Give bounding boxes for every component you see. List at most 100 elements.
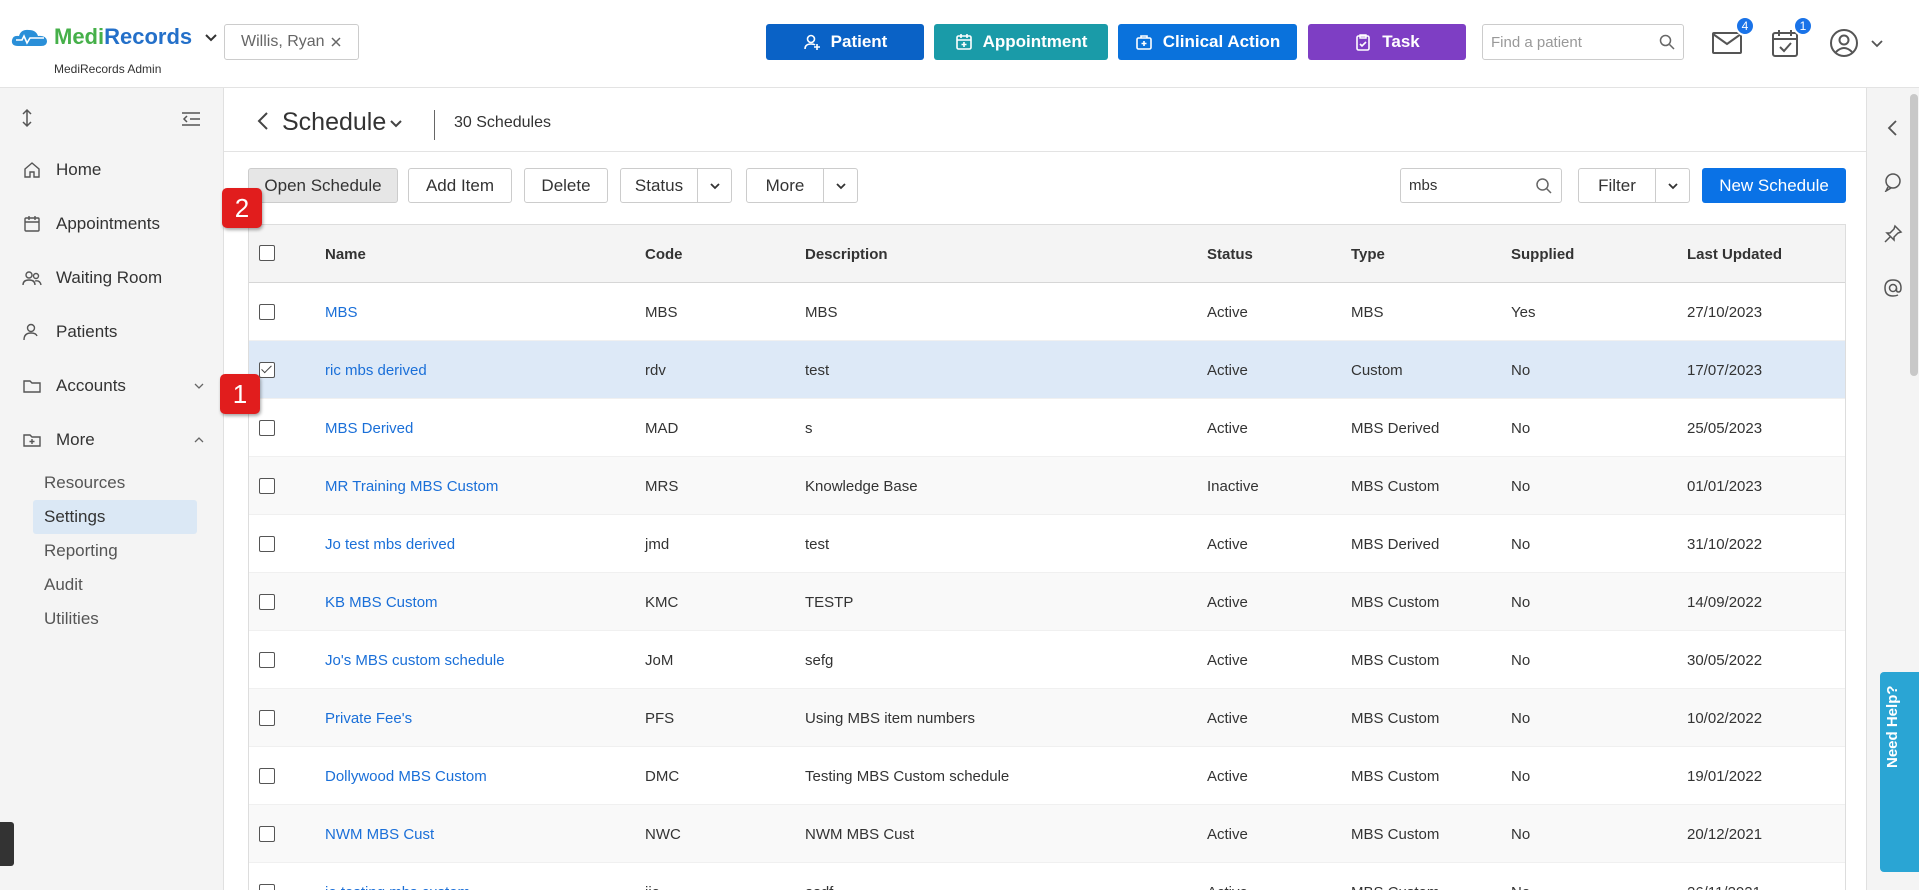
row-checkbox[interactable]	[259, 304, 275, 320]
cell-status: Active	[1207, 767, 1248, 785]
table-row[interactable]: Dollywood MBS Custom DMC Testing MBS Custo…	[249, 747, 1845, 805]
table-row[interactable]: MBS Derived MAD s Active MBS Derived No 25/05/…	[249, 399, 1845, 457]
sidebar-item-accounts[interactable]: Accounts	[22, 376, 206, 396]
expand-vertical-icon[interactable]	[20, 108, 34, 128]
cell-name[interactable]: Dollywood MBS Custom	[325, 747, 487, 805]
sidebar-item-audit[interactable]: Audit	[33, 568, 197, 602]
table-row[interactable]: Jo test mbs derived jmd test Active MBS Deri…	[249, 515, 1845, 573]
sidebar-item-more[interactable]: More	[22, 430, 206, 450]
search-icon[interactable]	[1659, 34, 1675, 50]
schedule-search[interactable]	[1400, 168, 1562, 203]
chevron-left-icon[interactable]	[1883, 118, 1903, 138]
sidebar-item-patients[interactable]: Patients	[22, 322, 206, 342]
select-all-checkbox[interactable]	[259, 245, 275, 261]
sidebar-item-appointments[interactable]: Appointments	[22, 214, 206, 234]
add-item-button[interactable]: Add Item	[408, 168, 512, 203]
cell-name[interactable]: NWM MBS Cust	[325, 805, 434, 863]
cell-code: MRS	[645, 477, 679, 495]
delete-button[interactable]: Delete	[524, 168, 608, 203]
chevron-down-icon[interactable]	[202, 28, 220, 46]
column-header-type[interactable]: Type	[1351, 225, 1385, 283]
user-menu[interactable]	[1829, 28, 1887, 60]
filter-button[interactable]: Filter	[1578, 168, 1690, 203]
search-icon[interactable]	[1535, 177, 1553, 195]
table-row[interactable]: KB MBS Custom KMC TESTP Active MBS Custom No 1…	[249, 573, 1845, 631]
row-checkbox[interactable]	[259, 594, 275, 610]
column-header-code[interactable]: Code	[645, 225, 683, 283]
table-row[interactable]: NWM MBS Cust NWC NWM MBS Cust Active MBS Cus…	[249, 805, 1845, 863]
appointment-button[interactable]: Appointment	[934, 24, 1108, 60]
active-patient-chip[interactable]: Willis, Ryan	[224, 24, 359, 60]
step-callout-2: 2	[222, 188, 262, 228]
need-help-tab[interactable]: Need Help?	[1880, 672, 1919, 872]
cell-name[interactable]: ric mbs derived	[325, 341, 427, 399]
schedules-table: Name Code Description Status Type Suppli…	[248, 224, 1846, 890]
comment-icon[interactable]	[1883, 172, 1903, 192]
cell-name[interactable]: MBS Derived	[325, 399, 413, 457]
table-row[interactable]: MR Training MBS Custom MRS Knowledge Base I…	[249, 457, 1845, 515]
status-dropdown-toggle[interactable]	[697, 169, 731, 202]
at-mention-icon[interactable]	[1883, 278, 1903, 298]
task-button[interactable]: Task	[1308, 24, 1466, 60]
cell-type: MBS Custom	[1351, 863, 1439, 890]
cell-description: Knowledge Base	[805, 477, 918, 495]
row-checkbox[interactable]	[259, 362, 275, 378]
open-schedule-button[interactable]: Open Schedule	[248, 168, 398, 203]
cell-name[interactable]: Private Fee's	[325, 689, 412, 747]
schedule-search-input[interactable]	[1409, 177, 1529, 194]
task-calendar-icon[interactable]: 1	[1769, 16, 1813, 60]
cell-name[interactable]: jo testing mbs custom	[325, 863, 470, 890]
column-header-description[interactable]: Description	[805, 225, 888, 283]
row-checkbox[interactable]	[259, 768, 275, 784]
row-checkbox[interactable]	[259, 826, 275, 842]
cell-name[interactable]: MR Training MBS Custom	[325, 457, 498, 515]
clinical-action-button[interactable]: Clinical Action	[1118, 24, 1297, 60]
chevron-down-icon[interactable]	[388, 116, 404, 132]
close-icon[interactable]	[330, 36, 342, 48]
column-header-supplied[interactable]: Supplied	[1511, 225, 1574, 283]
column-header-status[interactable]: Status	[1207, 225, 1253, 283]
side-drawer-tab[interactable]	[0, 822, 14, 866]
sidebar-item-waiting-room[interactable]: Waiting Room	[22, 268, 206, 288]
row-checkbox[interactable]	[259, 478, 275, 494]
cell-name[interactable]: Jo's MBS custom schedule	[325, 631, 505, 689]
patient-button[interactable]: Patient	[766, 24, 924, 60]
cell-name[interactable]: KB MBS Custom	[325, 573, 438, 631]
app-logo[interactable]: MediRecords	[10, 24, 220, 50]
status-button[interactable]: Status	[620, 168, 732, 203]
sidebar-item-settings[interactable]: Settings	[33, 500, 197, 534]
filter-button-label: Filter	[1598, 175, 1636, 195]
column-header-name[interactable]: Name	[325, 225, 366, 283]
cell-supplied: No	[1511, 535, 1531, 553]
row-checkbox[interactable]	[259, 884, 275, 890]
sidebar-item-utilities[interactable]: Utilities	[33, 602, 197, 636]
table-row[interactable]: ric mbs derived rdv test Active Custom No 17/0…	[249, 341, 1845, 399]
row-checkbox[interactable]	[259, 536, 275, 552]
collapse-sidebar-icon[interactable]	[180, 110, 202, 128]
scrollbar[interactable]	[1910, 94, 1918, 376]
table-row[interactable]: jo testing mbs custom jie asdf Active MBS Cu…	[249, 863, 1845, 890]
cell-last-updated: 19/01/2022	[1687, 767, 1763, 785]
cell-name[interactable]: MBS	[325, 283, 358, 341]
row-checkbox[interactable]	[259, 420, 275, 436]
filter-dropdown-toggle[interactable]	[1655, 169, 1689, 202]
row-checkbox[interactable]	[259, 652, 275, 668]
pin-icon[interactable]	[1883, 224, 1903, 244]
column-header-last-updated[interactable]: Last Updated	[1687, 225, 1782, 283]
find-patient-input[interactable]	[1491, 33, 1641, 51]
sidebar-item-resources[interactable]: Resources	[33, 466, 197, 500]
new-schedule-button[interactable]: New Schedule	[1702, 168, 1846, 203]
cell-name[interactable]: Jo test mbs derived	[325, 515, 455, 573]
row-checkbox[interactable]	[259, 710, 275, 726]
table-row[interactable]: Jo's MBS custom schedule JoM sefg Active MBS…	[249, 631, 1845, 689]
table-row[interactable]: MBS MBS MBS Active MBS Yes 27/10/2023	[249, 283, 1845, 341]
find-patient-search[interactable]	[1482, 24, 1684, 60]
sidebar-item-reporting[interactable]: Reporting	[33, 534, 197, 568]
more-dropdown-toggle[interactable]	[823, 169, 857, 202]
back-arrow-icon[interactable]	[254, 110, 272, 132]
table-row[interactable]: Private Fee's PFS Using MBS item numbers Ac…	[249, 689, 1845, 747]
mail-icon[interactable]: 4	[1711, 16, 1755, 60]
more-button[interactable]: More	[746, 168, 858, 203]
chevron-down-icon	[1667, 182, 1678, 189]
sidebar-item-home[interactable]: Home	[22, 160, 206, 180]
